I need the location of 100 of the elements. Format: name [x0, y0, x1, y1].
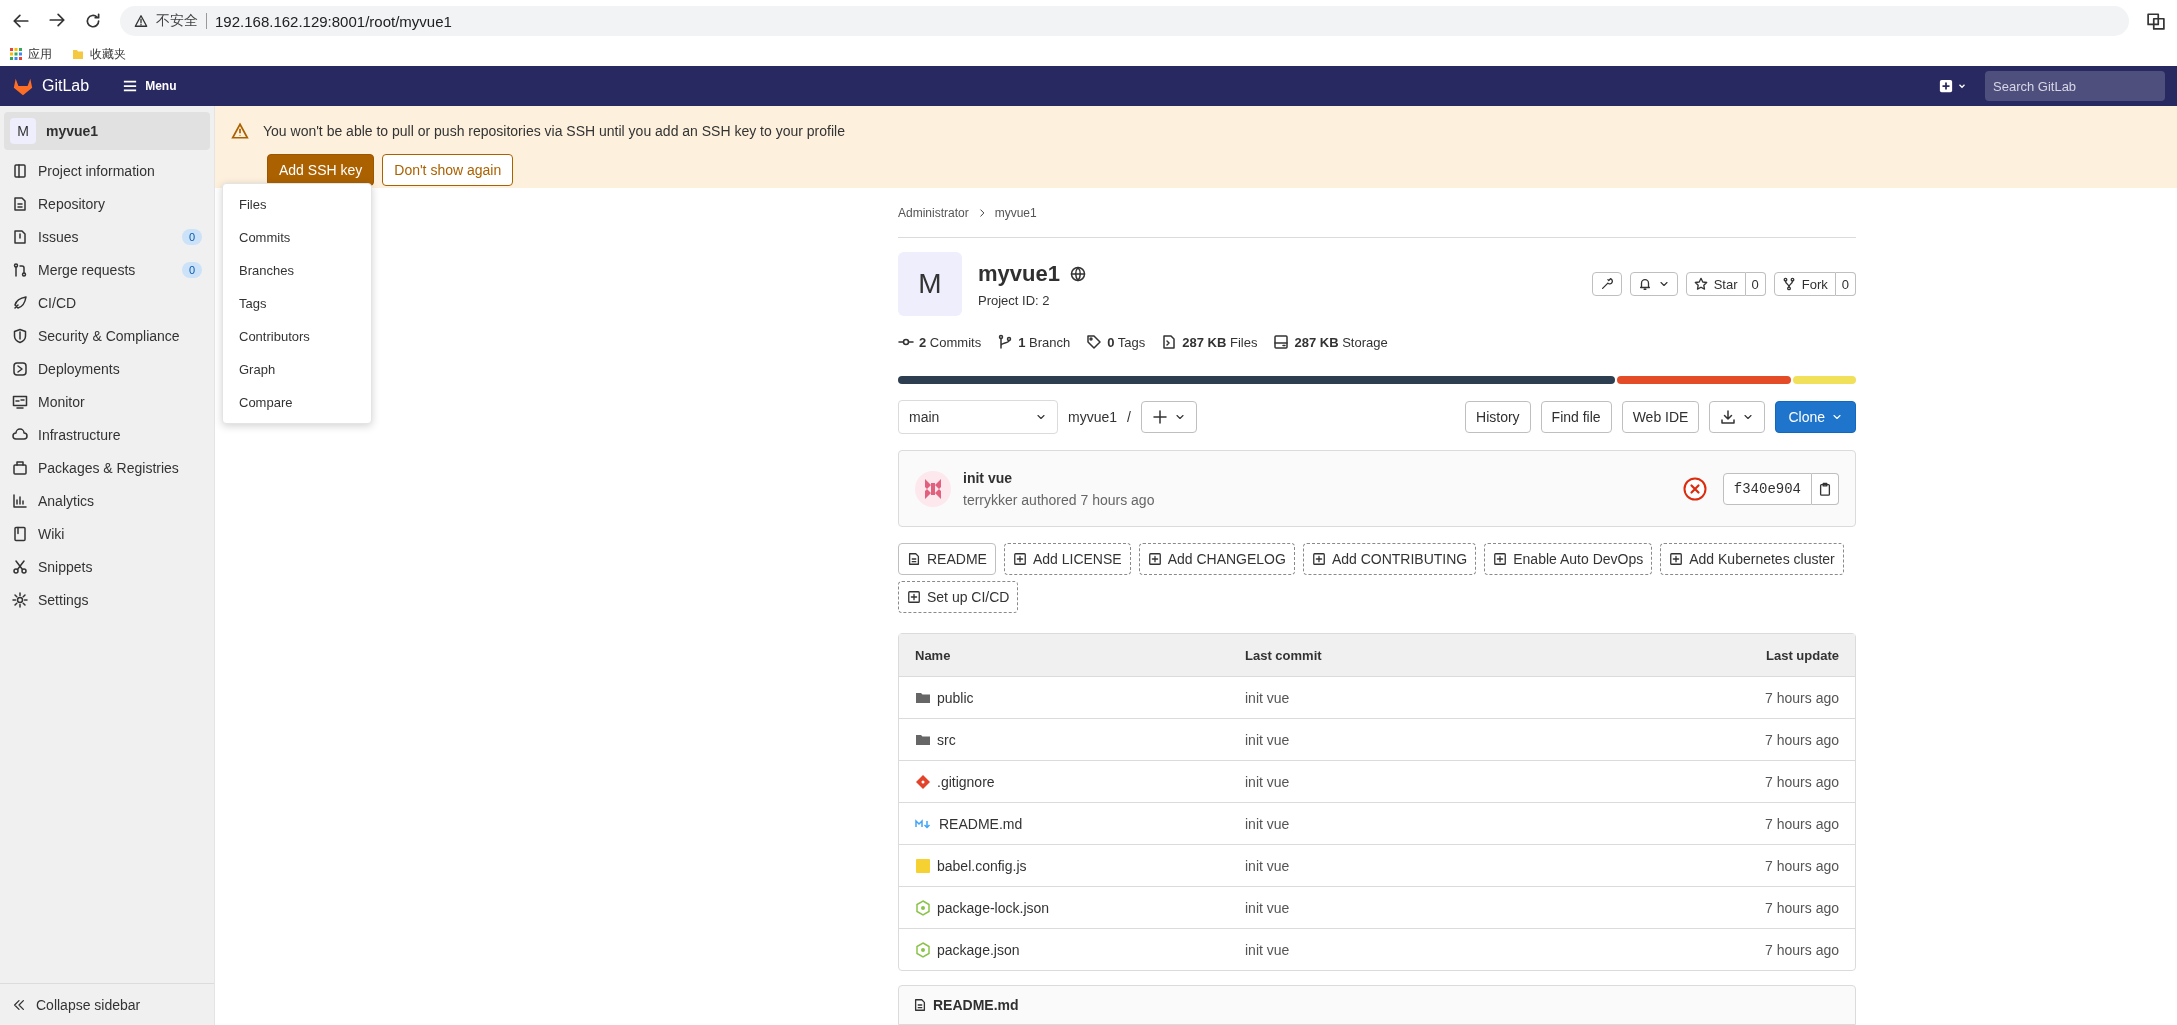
- commit-title[interactable]: init vue: [963, 469, 1155, 486]
- file-name-link[interactable]: package-lock.json: [937, 899, 1050, 916]
- file-name-link[interactable]: src: [937, 731, 956, 748]
- js-file-icon: [915, 857, 931, 874]
- sidebar-item[interactable]: Settings: [0, 583, 214, 616]
- sidebar-item[interactable]: Snippets: [0, 550, 214, 583]
- add-shortcut-button[interactable]: Add Kubernetes cluster: [1660, 543, 1844, 575]
- stat-link[interactable]: 2 Commits: [919, 334, 982, 350]
- fork-button[interactable]: Fork: [1773, 272, 1836, 296]
- add-file-button[interactable]: [1140, 401, 1197, 433]
- stat-link[interactable]: 287 KB Storage: [1294, 334, 1388, 350]
- branch-icon: [997, 334, 1014, 350]
- sidebar-item[interactable]: Infrastructure: [0, 418, 214, 451]
- drive-icon: [1273, 334, 1290, 350]
- project-avatar: M: [10, 118, 36, 144]
- clone-button[interactable]: Clone: [1775, 401, 1856, 433]
- dropdown-item[interactable]: Tags: [223, 287, 371, 320]
- sidebar-item[interactable]: Security & Compliance: [0, 319, 214, 352]
- failed-status-icon[interactable]: [1682, 476, 1707, 501]
- menu-button[interactable]: Menu: [117, 75, 183, 97]
- dropdown-item[interactable]: Graph: [223, 353, 371, 386]
- file-name-link[interactable]: babel.config.js: [937, 857, 1027, 874]
- commit-message-link[interactable]: init vue: [1245, 773, 1639, 790]
- breadcrumb-link[interactable]: myvue1: [994, 205, 1037, 220]
- address-bar[interactable]: 不安全 192.168.162.129:8001/root/myvue1: [120, 6, 2129, 36]
- file-name-link[interactable]: .gitignore: [937, 773, 995, 790]
- warning-icon: [231, 122, 249, 140]
- collapse-sidebar-button[interactable]: Collapse sidebar: [0, 983, 214, 1025]
- star-button[interactable]: Star: [1685, 272, 1746, 296]
- repository-path[interactable]: myvue1: [1068, 409, 1118, 425]
- sidebar-item[interactable]: Deployments: [0, 352, 214, 385]
- toolbar-button[interactable]: Find file: [1540, 401, 1612, 433]
- sidebar-item[interactable]: Project information: [0, 154, 214, 187]
- folder-icon: [72, 48, 84, 60]
- download-icon: [1720, 409, 1737, 425]
- dismiss-button[interactable]: Don't show again: [382, 154, 514, 186]
- cloud-icon: [12, 426, 28, 443]
- shortcut-button[interactable]: README: [898, 543, 996, 575]
- stat-link[interactable]: 287 KB Files: [1182, 334, 1258, 350]
- sidebar-item[interactable]: Wiki: [0, 517, 214, 550]
- commit-sha[interactable]: f340e904: [1722, 472, 1812, 505]
- file-name-link[interactable]: README.md: [939, 815, 1023, 832]
- sidebar-item[interactable]: Monitor: [0, 385, 214, 418]
- file-name-link[interactable]: public: [937, 689, 974, 706]
- star-count[interactable]: 0: [1745, 272, 1766, 296]
- sidebar-item[interactable]: CI/CD: [0, 286, 214, 319]
- add-shortcut-button[interactable]: Add CONTRIBUTING: [1302, 543, 1477, 575]
- stat-link[interactable]: 1 Branch: [1018, 334, 1071, 350]
- copy-button[interactable]: [1812, 472, 1839, 505]
- deployments-icon: [12, 360, 28, 377]
- stat-link[interactable]: 0 Tags: [1107, 334, 1146, 350]
- project-item[interactable]: M myvue1: [4, 112, 210, 150]
- warning-icon: [134, 14, 148, 28]
- add-shortcut-button[interactable]: Add LICENSE: [1003, 543, 1131, 575]
- notification-button[interactable]: [1629, 272, 1678, 296]
- sidebar-item[interactable]: Packages & Registries: [0, 451, 214, 484]
- plus-square-icon: [1311, 552, 1326, 566]
- sidebar-item[interactable]: Repository: [0, 187, 214, 220]
- plus-icon: [1151, 409, 1168, 425]
- download-button[interactable]: [1709, 401, 1766, 433]
- settings-button[interactable]: [1591, 272, 1622, 296]
- commit-message-link[interactable]: init vue: [1245, 899, 1639, 916]
- add-shortcut-button[interactable]: Add CHANGELOG: [1138, 543, 1295, 575]
- bookmark-label[interactable]: 应用: [28, 45, 52, 63]
- add-shortcut-button[interactable]: Enable Auto DevOps: [1484, 543, 1653, 575]
- translate-icon: [2147, 12, 2165, 30]
- dropdown-item[interactable]: Contributors: [223, 320, 371, 353]
- fork-count[interactable]: 0: [1835, 272, 1856, 296]
- dropdown-item[interactable]: Files: [223, 188, 371, 221]
- file-name-link[interactable]: package.json: [937, 941, 1020, 958]
- toolbar-button[interactable]: History: [1465, 401, 1531, 433]
- dropdown-item[interactable]: Branches: [223, 254, 371, 287]
- sidebar-item[interactable]: Merge requests 0: [0, 253, 214, 286]
- last-update-cell-text: 7 hours ago: [1764, 941, 1839, 958]
- package-icon: [12, 459, 28, 476]
- commit-message-link[interactable]: init vue: [1245, 731, 1639, 748]
- commit-message-link[interactable]: init vue: [1245, 815, 1639, 832]
- add-shortcut-button[interactable]: Set up CI/CD: [898, 581, 1019, 613]
- add-ssh-key-button[interactable]: Add SSH key: [267, 154, 375, 186]
- toolbar-button[interactable]: Web IDE: [1621, 401, 1700, 433]
- scissors-icon: [12, 558, 28, 575]
- last-update-cell-text: 7 hours ago: [1764, 815, 1839, 832]
- plus-square-icon: [1669, 552, 1684, 566]
- sidebar-item[interactable]: Issues 0: [0, 220, 214, 253]
- bell-icon: [1637, 277, 1652, 291]
- bookmark-label[interactable]: 收藏夹: [90, 45, 126, 63]
- identicon-avatar-icon: [915, 470, 951, 507]
- dropdown-item[interactable]: Compare: [223, 386, 371, 419]
- commit-message-link[interactable]: init vue: [1245, 941, 1639, 958]
- document-icon: [12, 195, 28, 212]
- dropdown-item[interactable]: Commits: [223, 221, 371, 254]
- path-separator: /: [1127, 409, 1131, 425]
- commit-message-link[interactable]: init vue: [1245, 689, 1639, 706]
- brand-name[interactable]: GitLab: [42, 77, 90, 95]
- count-badge: 0: [181, 228, 202, 245]
- breadcrumb-link[interactable]: Administrator: [898, 205, 969, 220]
- plus-square-icon: [1493, 552, 1508, 566]
- commit-message-link[interactable]: init vue: [1245, 857, 1639, 874]
- sidebar-item[interactable]: Analytics: [0, 484, 214, 517]
- branch-dropdown[interactable]: main: [898, 400, 1058, 434]
